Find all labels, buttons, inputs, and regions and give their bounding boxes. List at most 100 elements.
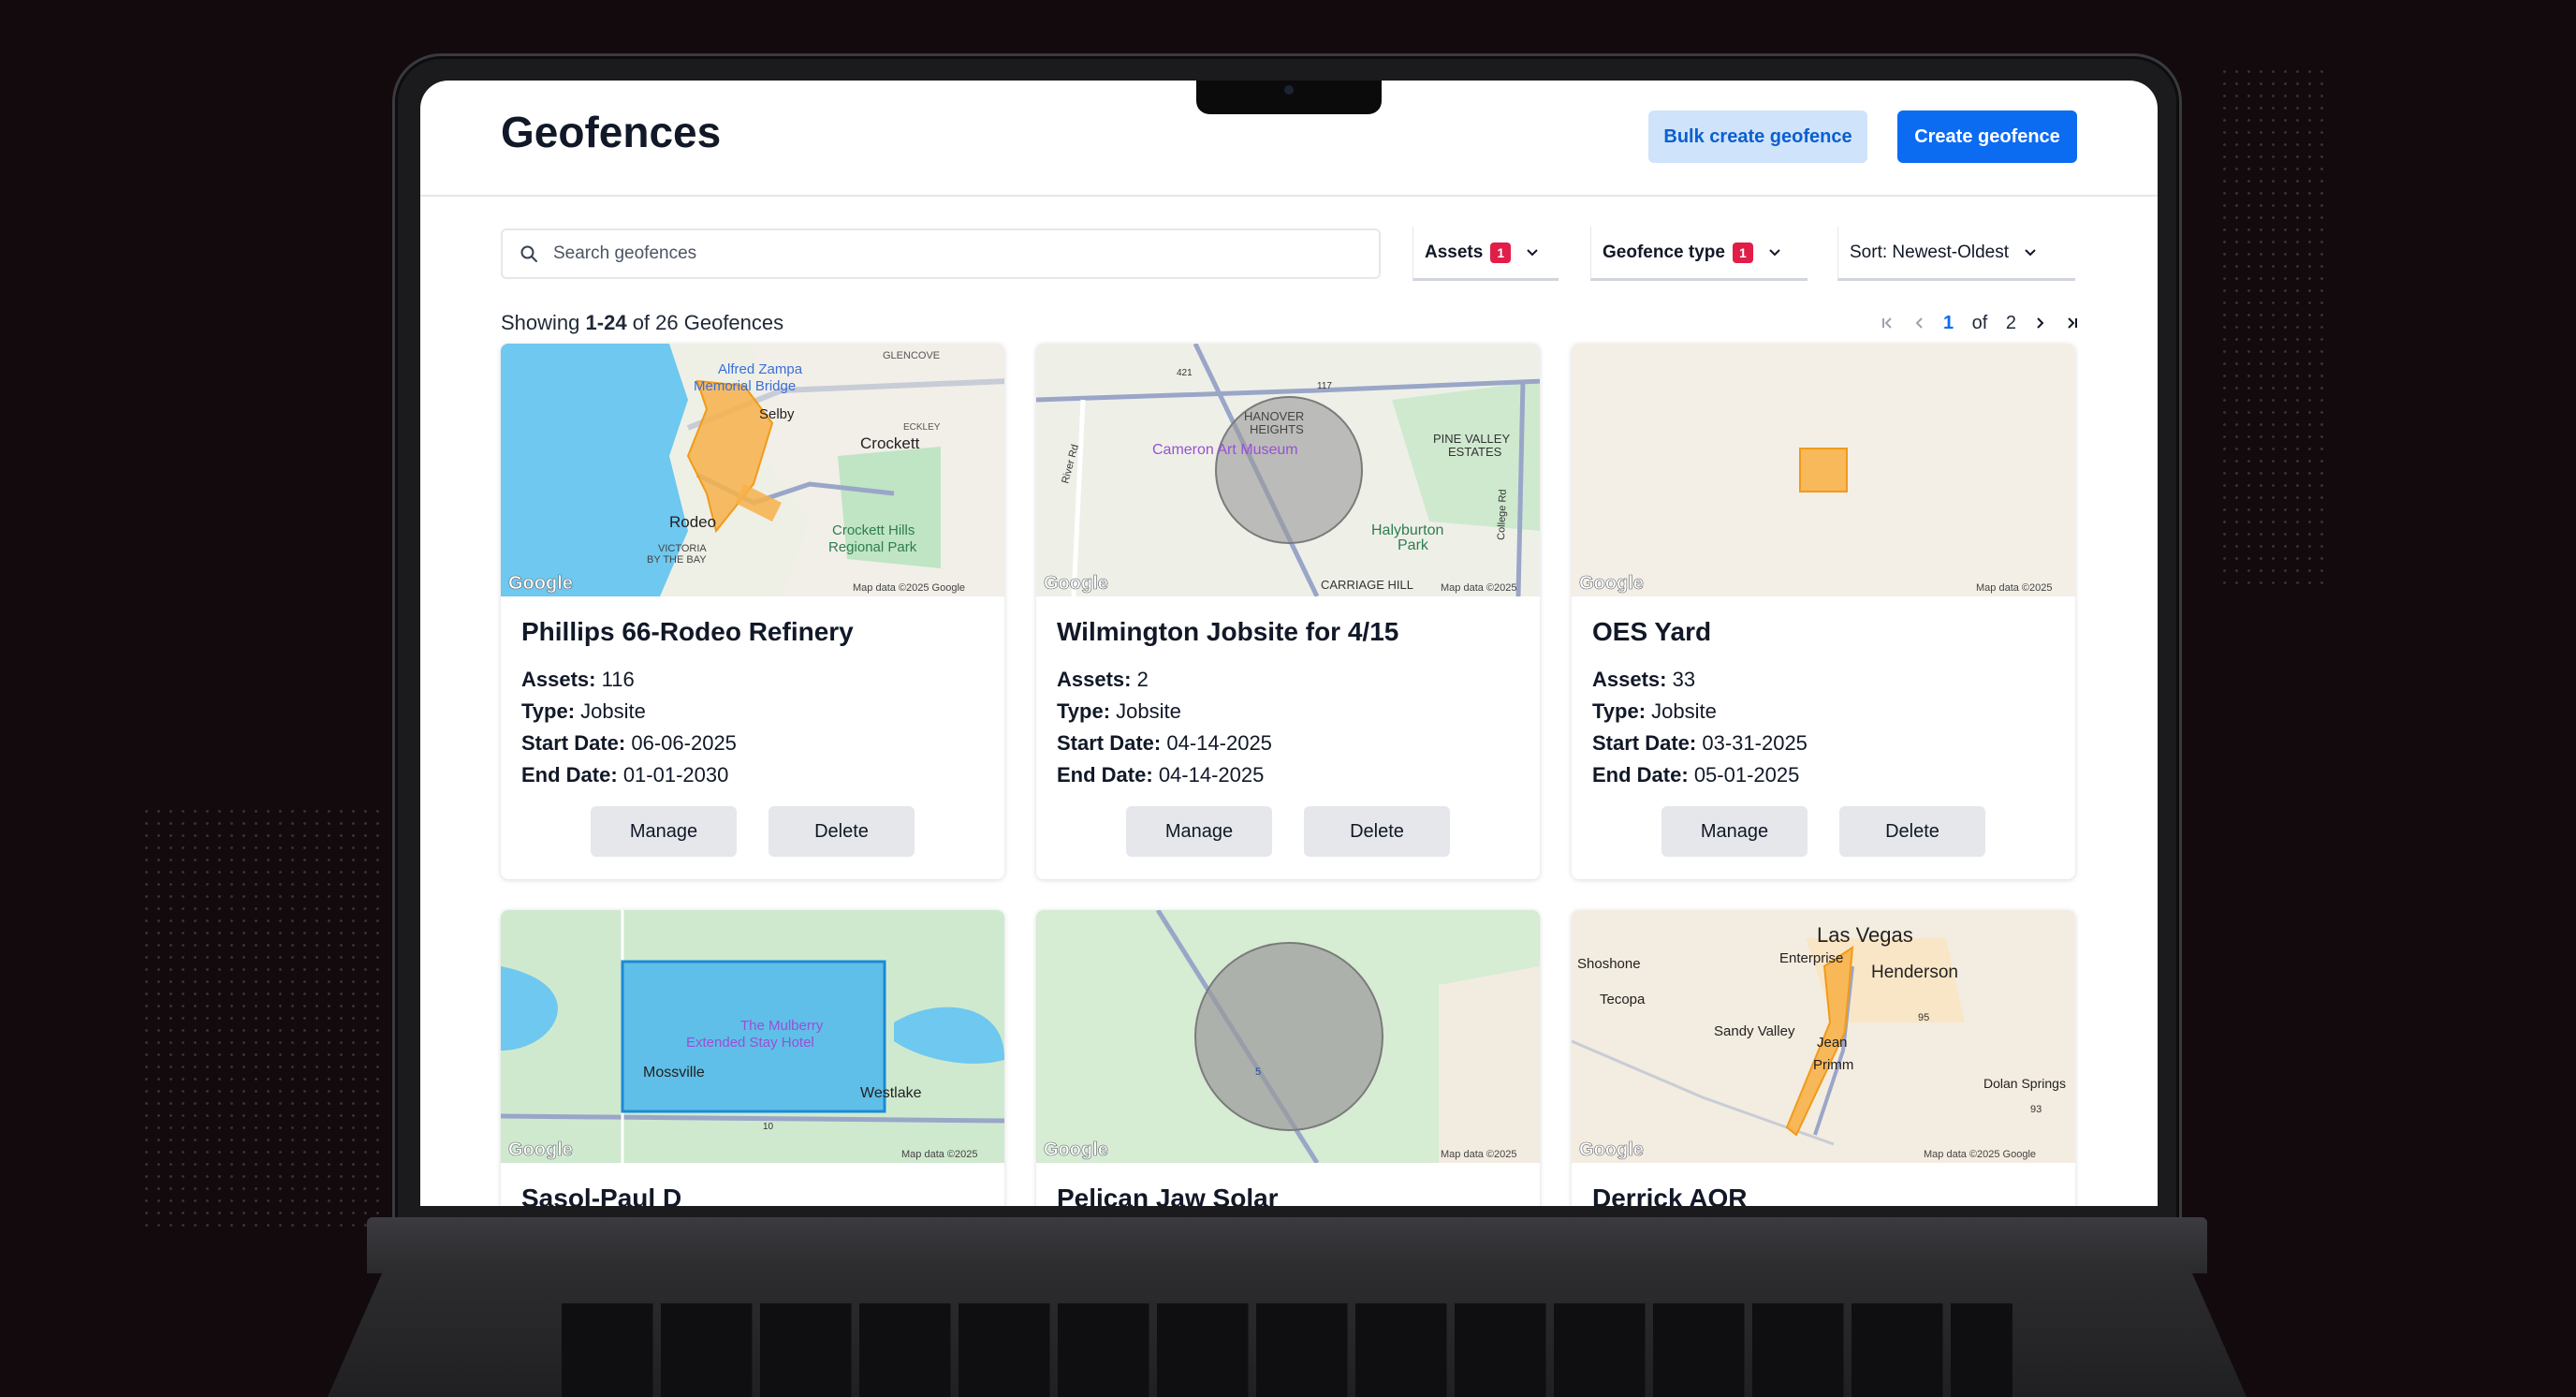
geofence-details: Assets: 2 Type: Jobsite Start Date: 04-1… — [1057, 664, 1272, 791]
assets-filter[interactable]: Assets 1 — [1412, 227, 1559, 281]
total-pages: 2 — [2005, 312, 2016, 333]
search-box[interactable] — [501, 228, 1381, 279]
google-logo: Google — [508, 1140, 573, 1160]
map-place-label: Primm — [1813, 1057, 1853, 1073]
camera-icon — [1284, 85, 1294, 95]
assets-value: 116 — [601, 668, 635, 691]
manage-button[interactable]: Manage — [1661, 806, 1808, 857]
assets-label: Assets: — [521, 668, 596, 691]
map-place-label: Alfred Zampa — [718, 361, 803, 377]
map-place-label: The Mulberry — [740, 1018, 824, 1034]
map-place-label: Dolan Springs — [1983, 1076, 2066, 1091]
map-place-label: Las Vegas — [1817, 923, 1913, 947]
assets-filter-count-badge: 1 — [1490, 242, 1512, 263]
last-page-icon[interactable] — [2064, 316, 2079, 330]
next-page-icon[interactable] — [2034, 316, 2045, 330]
search-icon — [520, 245, 537, 262]
manage-button[interactable]: Manage — [1126, 806, 1272, 857]
map-place-label: Park — [1398, 537, 1429, 553]
geofence-map[interactable]: Alfred Zampa Memorial Bridge GLENCOVE Se… — [501, 344, 1004, 596]
summary-range: 1-24 — [585, 311, 627, 334]
map-place-label: GLENCOVE — [883, 350, 940, 361]
assets-value: 33 — [1672, 668, 1696, 691]
first-page-icon[interactable] — [1881, 316, 1895, 330]
map-place-label: ESTATES — [1448, 445, 1502, 459]
google-logo: Google — [1044, 1140, 1108, 1160]
start-date-label: Start Date: — [521, 731, 626, 755]
end-date-label: End Date: — [1057, 763, 1153, 787]
google-logo: Google — [1579, 573, 1644, 594]
map-place-label: Mossville — [643, 1065, 705, 1081]
map-place-label: HEIGHTS — [1250, 422, 1304, 436]
map-place-label: Tecopa — [1600, 992, 1646, 1007]
map-place-label: Crockett — [860, 434, 920, 452]
delete-button[interactable]: Delete — [1839, 806, 1985, 857]
type-value: Jobsite — [1651, 699, 1717, 723]
sort-dropdown[interactable]: Sort: Newest-Oldest — [1837, 227, 2075, 281]
geofence-map[interactable]: 5 Google Map data ©2025 — [1036, 910, 1540, 1163]
geofence-title: Wilmington Jobsite for 4/15 — [1057, 617, 1399, 646]
end-date-value: 04-14-2025 — [1158, 763, 1265, 787]
map-place-label: 10 — [763, 1122, 774, 1132]
map-place-label: 421 — [1177, 368, 1193, 378]
geofence-card: Google Map data ©2025 OES Yard Assets: 3… — [1572, 344, 2075, 879]
geofence-map[interactable]: Las Vegas Shoshone Enterprise Henderson … — [1572, 910, 2075, 1163]
geofence-map[interactable]: The Mulberry Extended Stay Hotel Mossvil… — [501, 910, 1004, 1163]
map-place-label: Cameron Art Museum — [1152, 442, 1298, 458]
map-place-label: Halyburton — [1371, 522, 1443, 538]
map-attribution: Map data ©2025 — [1441, 582, 1517, 594]
map-place-label: Rodeo — [669, 513, 716, 531]
create-geofence-button[interactable]: Create geofence — [1897, 110, 2077, 163]
assets-filter-label: Assets — [1425, 242, 1484, 262]
current-page: 1 — [1943, 312, 1954, 333]
geofence-type-count-badge: 1 — [1732, 242, 1753, 263]
geofence-title: Sasol-Paul D — [521, 1184, 682, 1206]
geofence-map[interactable]: Google Map data ©2025 — [1572, 344, 2075, 596]
app-screen: Geofences Bulk create geofence Create ge… — [420, 81, 2158, 1206]
map-place-label: Regional Park — [828, 539, 917, 555]
map-place-label: Memorial Bridge — [694, 378, 796, 394]
type-label: Type: — [521, 699, 576, 723]
page-title: Geofences — [501, 108, 722, 156]
bulk-create-geofence-button[interactable]: Bulk create geofence — [1648, 110, 1867, 163]
keyboard-keys — [562, 1303, 2012, 1397]
geofence-card: The Mulberry Extended Stay Hotel Mossvil… — [501, 910, 1004, 1206]
manage-button[interactable]: Manage — [591, 806, 737, 857]
sort-dropdown-label: Sort: Newest-Oldest — [1850, 242, 2009, 262]
search-input[interactable] — [551, 243, 1360, 265]
delete-button[interactable]: Delete — [768, 806, 915, 857]
assets-value: 2 — [1136, 668, 1149, 691]
delete-button[interactable]: Delete — [1304, 806, 1450, 857]
type-label: Type: — [1592, 699, 1647, 723]
geofence-card: HANOVER HEIGHTS Cameron Art Museum PINE … — [1036, 344, 1540, 879]
chevron-down-icon — [2025, 248, 2036, 256]
map-attribution: Map data ©2025 — [1441, 1149, 1517, 1160]
map-place-label: Enterprise — [1779, 950, 1843, 966]
map-place-label: Crockett Hills — [832, 522, 915, 538]
geofence-title: Derrick AOR — [1592, 1184, 1748, 1206]
geofence-card: Alfred Zampa Memorial Bridge GLENCOVE Se… — [501, 344, 1004, 879]
start-date-value: 03-31-2025 — [1702, 731, 1808, 755]
google-logo: Google — [1044, 573, 1108, 594]
type-value: Jobsite — [1116, 699, 1181, 723]
laptop-hinge — [367, 1217, 2207, 1273]
map-attribution: Map data ©2025 — [1976, 582, 2053, 594]
pagination: 1 of 2 — [1881, 309, 2079, 337]
end-date-label: End Date: — [1592, 763, 1689, 787]
geofence-type-filter-label: Geofence type — [1603, 242, 1725, 262]
chevron-down-icon — [1769, 248, 1780, 256]
map-place-label: Henderson — [1871, 963, 1958, 982]
google-logo: Google — [508, 573, 573, 594]
map-place-label: Extended Stay Hotel — [686, 1035, 814, 1051]
type-value: Jobsite — [580, 699, 646, 723]
map-place-label: 117 — [1317, 381, 1332, 391]
chevron-down-icon — [1527, 248, 1539, 256]
end-date-label: End Date: — [521, 763, 618, 787]
geofence-card: 5 Google Map data ©2025 Pelican Jaw Sola… — [1036, 910, 1540, 1206]
previous-page-icon[interactable] — [1914, 316, 1925, 330]
geofence-type-filter[interactable]: Geofence type 1 — [1590, 227, 1808, 281]
end-date-value: 05-01-2025 — [1693, 763, 1800, 787]
results-summary: Showing 1-24 of 26 Geofences — [501, 311, 783, 335]
start-date-label: Start Date: — [1057, 731, 1162, 755]
geofence-map[interactable]: HANOVER HEIGHTS Cameron Art Museum PINE … — [1036, 344, 1540, 596]
